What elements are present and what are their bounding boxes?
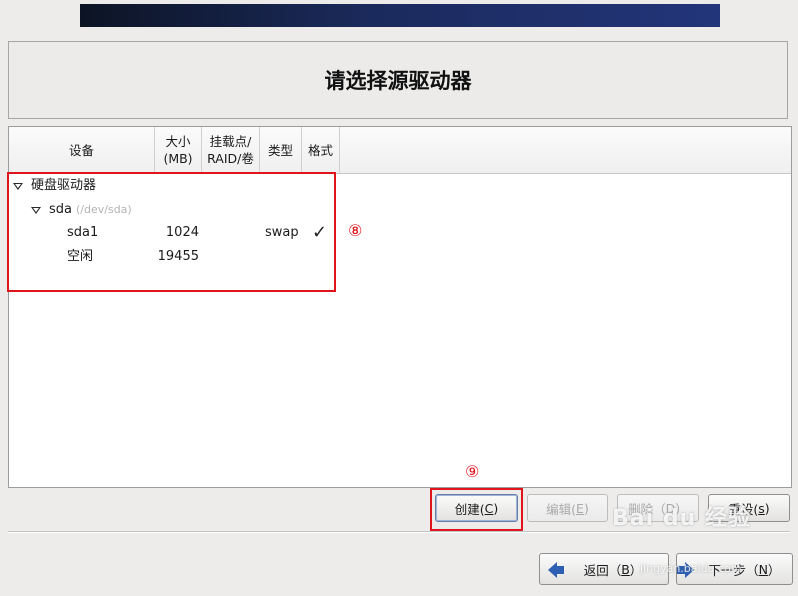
- reset-button-label-end: ): [764, 500, 770, 516]
- column-type-label: 类型: [267, 142, 293, 158]
- edit-button-label: 编辑(: [546, 501, 577, 517]
- column-header-device[interactable]: 设备: [9, 127, 155, 173]
- header-banner: [80, 4, 720, 27]
- edit-button[interactable]: 编辑(E): [527, 494, 608, 522]
- column-header-type[interactable]: 类型: [260, 127, 302, 173]
- annotation-marker-9: ⑨: [465, 462, 480, 481]
- create-button-mnemonic: C: [484, 500, 494, 516]
- create-button[interactable]: 创建(C): [435, 494, 518, 522]
- column-device-label: 设备: [68, 142, 94, 158]
- column-mount-label: 挂载点/: [209, 134, 252, 149]
- column-format-label: 格式: [307, 142, 333, 158]
- next-button-label-end: ）: [767, 562, 781, 578]
- column-header-size[interactable]: 大小 (MB): [155, 127, 202, 173]
- title-panel: 请选择源驱动器: [8, 41, 788, 119]
- next-button-mnemonic: N: [758, 561, 768, 577]
- back-button-mnemonic: B: [621, 561, 630, 577]
- watermark-logo: Bai du 经验: [612, 506, 751, 531]
- column-header-format[interactable]: 格式: [302, 127, 340, 173]
- column-size-label: 大小: [165, 134, 191, 149]
- watermark-url: jingyan.baidu.com: [640, 562, 742, 575]
- annotation-highlight-tree: [7, 172, 336, 292]
- column-header-mount[interactable]: 挂载点/ RAID/卷: [202, 127, 260, 173]
- edit-button-mnemonic: E: [576, 500, 584, 516]
- column-header-row: 设备 大小 (MB) 挂载点/ RAID/卷 类型 格式: [9, 127, 791, 174]
- column-mount-label-2: RAID/卷: [207, 151, 254, 166]
- back-button-label: 返回（: [583, 562, 622, 578]
- create-button-label: 创建(: [454, 501, 485, 517]
- back-arrow-icon: [548, 562, 564, 578]
- edit-button-label-end: ): [583, 500, 589, 516]
- create-button-label-end: ): [493, 500, 499, 516]
- page-title: 请选择源驱动器: [324, 69, 472, 93]
- annotation-marker-8: ⑧: [348, 221, 363, 240]
- column-size-unit: (MB): [163, 151, 193, 166]
